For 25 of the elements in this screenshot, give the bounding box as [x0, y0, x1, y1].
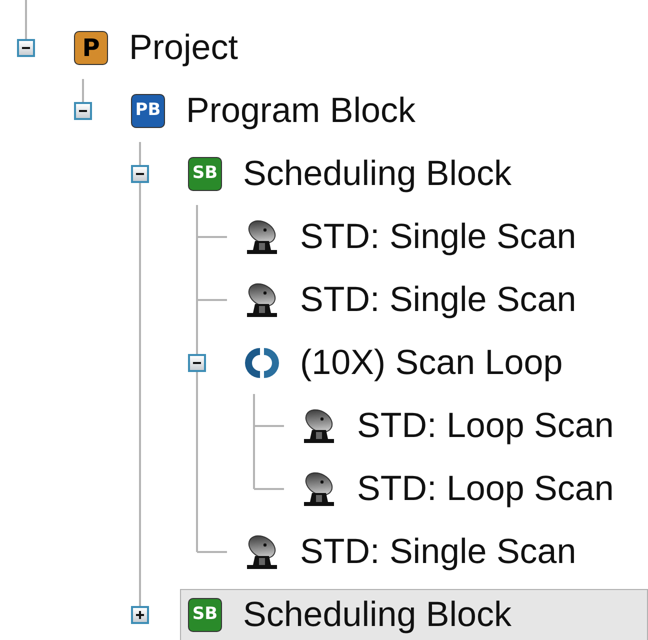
collapse-toggle[interactable]: [131, 164, 149, 182]
collapse-toggle[interactable]: [188, 354, 206, 372]
satellite-dish-icon: [301, 408, 337, 444]
collapse-toggle[interactable]: [74, 102, 92, 120]
tree-node-label[interactable]: Scheduling Block: [243, 154, 512, 194]
satellite-dish-icon: [244, 534, 280, 570]
tree-node-label[interactable]: Scheduling Block: [243, 594, 512, 634]
tree-node-label[interactable]: Program Block: [186, 90, 416, 130]
tree-node-label[interactable]: Project: [129, 28, 238, 68]
tree-node-label[interactable]: STD: Single Scan: [300, 216, 576, 256]
satellite-dish-icon: [244, 282, 280, 318]
tree-node-label[interactable]: STD: Loop Scan: [357, 406, 614, 446]
collapse-toggle[interactable]: [17, 38, 35, 56]
tree-node-label[interactable]: STD: Loop Scan: [357, 468, 614, 508]
node-badge: P: [74, 30, 108, 64]
tree-node-label[interactable]: (10X) Scan Loop: [300, 342, 563, 382]
node-badge: PB: [131, 94, 165, 128]
expand-toggle[interactable]: [131, 606, 149, 624]
selection-highlight[interactable]: SB Scheduling Block: [180, 588, 648, 640]
tree-node-label[interactable]: STD: Single Scan: [300, 280, 576, 320]
satellite-dish-icon: [301, 470, 337, 506]
node-badge: SB: [188, 156, 222, 190]
satellite-dish-icon: [244, 218, 280, 254]
node-badge: SB: [188, 598, 222, 632]
tree-node-label[interactable]: STD: Single Scan: [300, 532, 576, 572]
